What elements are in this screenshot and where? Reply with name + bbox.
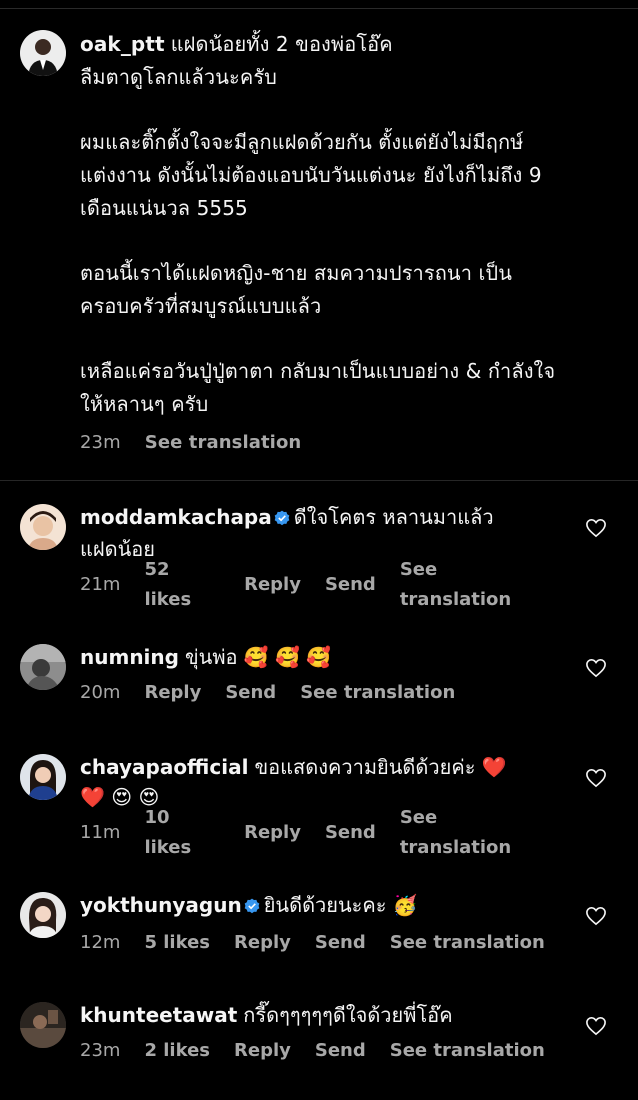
comment-meta: 20m Reply Send See translation: [80, 678, 550, 708]
comment-body: chayapaofficial ขอแสดงความยินดีด้วยค่ะ ❤️…: [80, 752, 550, 858]
comment-username[interactable]: khunteetawat: [80, 1003, 237, 1027]
likes-count[interactable]: 10 likes: [144, 803, 220, 863]
comment-body: khunteetawat กรี๊ดๆๆๆๆๆดีใจด้วยพี่โอ๊ค 23…: [80, 1000, 550, 1066]
send-button[interactable]: Send: [315, 1036, 366, 1066]
comment-text: ยินดีด้วยนะคะ 🥳: [263, 893, 418, 917]
heart-icon[interactable]: [585, 768, 607, 788]
see-translation-link[interactable]: See translation: [390, 928, 545, 958]
reply-button[interactable]: Reply: [244, 818, 301, 848]
comment-time: 23m: [80, 1040, 121, 1061]
likes-count[interactable]: 2 likes: [144, 1036, 210, 1066]
likes-count[interactable]: 52 likes: [144, 555, 220, 615]
comment-body: numning ขุ่นพ่อ 🥰 🥰 🥰 20m Reply Send See …: [80, 642, 550, 708]
send-button[interactable]: Send: [325, 818, 376, 848]
heart-icon[interactable]: [585, 1016, 607, 1036]
post-username[interactable]: oak_ptt: [80, 32, 165, 56]
avatar[interactable]: [20, 504, 66, 550]
caption-line: เดือนแน่นวล 5555: [80, 196, 248, 220]
comment-time: 11m: [80, 822, 121, 843]
caption-line: เหลือแค่รอวันปู่ปู่ตาตา กลับมาเป็นแบบอย่…: [80, 359, 556, 383]
send-button[interactable]: Send: [315, 928, 366, 958]
likes-count[interactable]: 5 likes: [144, 928, 210, 958]
caption-line: แต่งงาน ดังนั้นไม่ต้องแอบนับวันแต่งนะ ยั…: [80, 163, 542, 187]
heart-icon[interactable]: [585, 518, 607, 538]
see-translation-link[interactable]: See translation: [400, 803, 550, 863]
comments-screen: oak_ptt แฝดน้อยทั้ง 2 ของพ่อโอ๊ค ลืมตาดูโ…: [0, 0, 638, 1100]
comment-username[interactable]: moddamkachapa: [80, 505, 272, 529]
see-translation-link[interactable]: See translation: [145, 426, 302, 459]
comment-body: moddamkachapa ดีใจโคตร หลานมาแล้ว แฝดน้อย…: [80, 502, 550, 610]
send-button[interactable]: Send: [225, 678, 276, 708]
heart-icon[interactable]: [585, 906, 607, 926]
verified-badge-icon: [244, 892, 260, 922]
reply-button[interactable]: Reply: [144, 678, 201, 708]
comment-meta: 11m 10 likes Reply Send See translation: [80, 807, 550, 858]
comment-username[interactable]: numning: [80, 645, 179, 669]
caption-line: ให้หลานๆ ครับ: [80, 392, 209, 416]
caption-divider: [0, 480, 638, 481]
comment-username[interactable]: chayapaofficial: [80, 755, 248, 779]
comment-meta: 21m 52 likes Reply Send See translation: [80, 559, 550, 610]
send-button[interactable]: Send: [325, 570, 376, 600]
caption-line: ตอนนี้เราได้แฝดหญิง-ชาย สมความปรารถนา เป…: [80, 261, 512, 285]
reply-button[interactable]: Reply: [234, 928, 291, 958]
post-time: 23m: [80, 431, 121, 453]
caption-text: oak_ptt แฝดน้อยทั้ง 2 ของพ่อโอ๊ค ลืมตาดูโ…: [80, 28, 635, 457]
post-meta: 23m See translation: [80, 427, 635, 457]
comment-text: ดีใจโคตร หลานมาแล้ว: [293, 505, 494, 529]
comment-time: 21m: [80, 574, 121, 595]
avatar[interactable]: [20, 754, 66, 800]
caption-line: แฝดน้อยทั้ง 2 ของพ่อโอ๊ค: [170, 32, 393, 56]
comment-meta: 23m 2 likes Reply Send See translation: [80, 1036, 550, 1066]
heart-icon[interactable]: [585, 658, 607, 678]
avatar[interactable]: [20, 30, 66, 76]
caption-line: ผมและติ๊กตั้งใจจะมีลูกแฝดด้วยกัน ตั้งแต่…: [80, 130, 524, 154]
comment-time: 20m: [80, 682, 121, 703]
reply-button[interactable]: Reply: [234, 1036, 291, 1066]
comment-time: 12m: [80, 932, 121, 953]
comment-username[interactable]: yokthunyagun: [80, 893, 242, 917]
caption-line: ครอบครัวที่สมบูรณ์แบบแล้ว: [80, 294, 322, 318]
verified-badge-icon: [274, 504, 290, 534]
caption-line: ลืมตาดูโลกแล้วนะครับ: [80, 65, 277, 89]
reply-button[interactable]: Reply: [244, 570, 301, 600]
comment-text: ขอแสดงความยินดีด้วยค่ะ ❤️: [254, 755, 507, 779]
comment-body: yokthunyagun ยินดีด้วยนะคะ 🥳 12m 5 likes …: [80, 890, 550, 958]
see-translation-link[interactable]: See translation: [390, 1036, 545, 1066]
top-divider: [0, 8, 638, 9]
avatar[interactable]: [20, 1002, 66, 1048]
comment-meta: 12m 5 likes Reply Send See translation: [80, 928, 550, 958]
see-translation-link[interactable]: See translation: [300, 678, 455, 708]
see-translation-link[interactable]: See translation: [400, 555, 550, 615]
comment-text: กรี๊ดๆๆๆๆๆดีใจด้วยพี่โอ๊ค: [243, 1003, 453, 1027]
comment-text: ขุ่นพ่อ 🥰 🥰 🥰: [184, 645, 332, 669]
avatar[interactable]: [20, 644, 66, 690]
avatar[interactable]: [20, 892, 66, 938]
